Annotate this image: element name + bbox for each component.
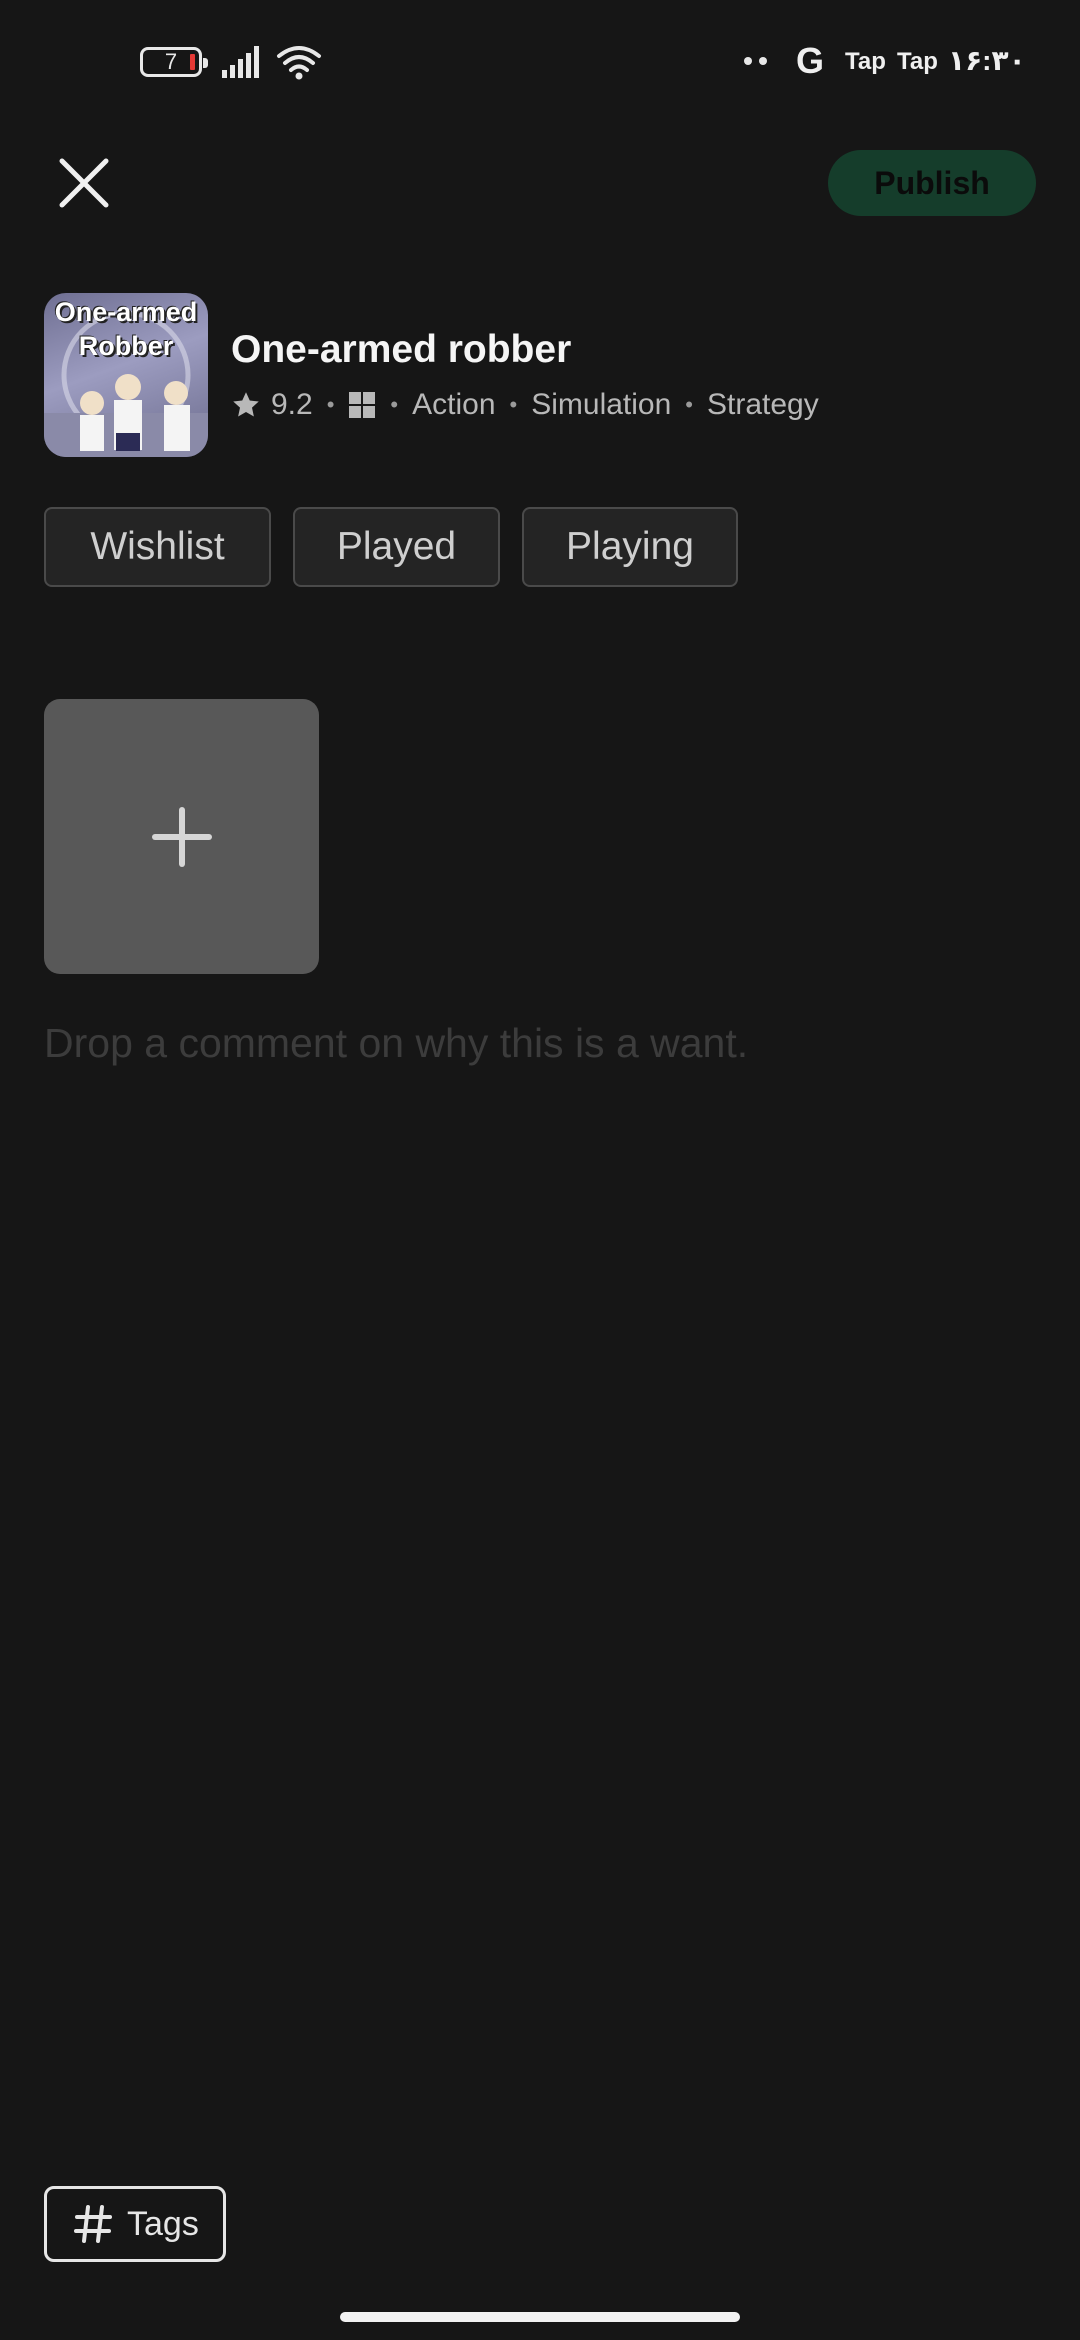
wifi-icon bbox=[277, 46, 321, 80]
cover-title-line2: Robber bbox=[78, 331, 174, 361]
windows-icon bbox=[349, 392, 376, 418]
close-icon[interactable] bbox=[56, 155, 112, 211]
comment-input[interactable] bbox=[44, 1020, 1034, 1067]
tags-button[interactable]: Tags bbox=[44, 2186, 226, 2262]
app-label-tap-1: Tap bbox=[845, 48, 886, 75]
tags-label: Tags bbox=[127, 2204, 199, 2243]
plus-icon bbox=[151, 806, 212, 867]
genre-action: Action bbox=[412, 388, 496, 421]
separator-dot: • bbox=[509, 392, 518, 417]
cover-title-line1: One-armed bbox=[54, 297, 198, 327]
dots-icon bbox=[744, 57, 767, 65]
status-bar: 7 G Tap Tap ۱۶:۳۰ bbox=[0, 0, 1080, 120]
rating-value: 9.2 bbox=[271, 388, 313, 421]
game-title[interactable]: One-armed robber bbox=[231, 328, 571, 372]
hash-icon bbox=[74, 2205, 112, 2243]
wishlist-chip[interactable]: Wishlist bbox=[44, 507, 271, 587]
app-label-tap-2: Tap bbox=[897, 48, 938, 75]
home-indicator[interactable] bbox=[340, 2312, 740, 2322]
genre-simulation: Simulation bbox=[531, 388, 672, 421]
battery-level: 7 bbox=[164, 49, 178, 74]
publish-button[interactable]: Publish bbox=[828, 150, 1036, 216]
separator-dot: • bbox=[685, 392, 693, 417]
signal-icon bbox=[222, 46, 259, 78]
star-icon bbox=[233, 392, 259, 417]
game-meta: 9.2 • • Action • Simulation • Strategy bbox=[231, 383, 819, 427]
add-media-button[interactable] bbox=[44, 699, 319, 974]
separator-dot: • bbox=[390, 392, 399, 417]
clock: ۱۶:۳۰ bbox=[948, 45, 1026, 76]
played-chip[interactable]: Played bbox=[293, 507, 500, 587]
separator-dot: • bbox=[326, 392, 335, 417]
genre-strategy: Strategy bbox=[707, 388, 819, 421]
google-icon: G bbox=[796, 40, 825, 81]
game-cover: One-armed Robber bbox=[44, 293, 208, 457]
battery-icon: 7 bbox=[140, 47, 208, 77]
playing-chip[interactable]: Playing bbox=[522, 507, 738, 587]
